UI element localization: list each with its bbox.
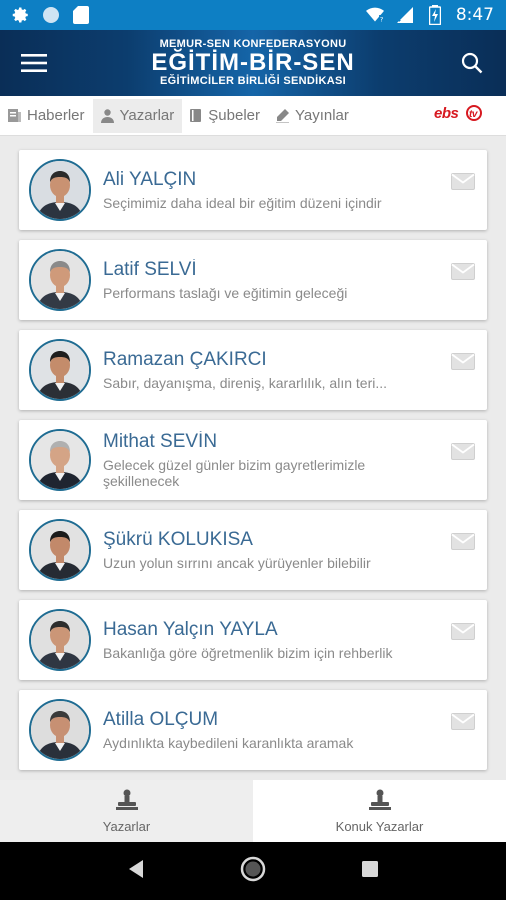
author-avatar (29, 339, 91, 401)
signal-icon (396, 6, 414, 24)
author-name: Ramazan ÇAKIRCI (103, 349, 267, 370)
back-triangle-icon (129, 859, 144, 878)
author-info: Atilla OLÇUM Aydınlıkta kaybedileni karan… (103, 709, 443, 751)
author-name: Atilla OLÇUM (103, 709, 219, 730)
article-title: Aydınlıkta kaybedileni karanlıkta aramak (103, 735, 354, 751)
mail-envelope-icon (451, 712, 475, 730)
mail-envelope-icon (451, 622, 475, 640)
author-name: Şükrü KOLUKISA (103, 529, 253, 550)
author-card[interactable]: Mithat SEVİN Gelecek güzel günler bizim g… (19, 420, 487, 500)
category-tabs: Haberler Yazarlar Şubeler Yayınlar ebs tv (0, 96, 506, 136)
stamp-icon (115, 789, 138, 810)
home-circle-icon (240, 856, 266, 881)
author-info: Şükrü KOLUKISA Uzun yolun sırrını ancak y… (103, 529, 443, 571)
mail-envelope-icon (451, 262, 475, 280)
author-avatar (29, 519, 91, 581)
article-title: Sabır, dayanışma, direniş, kararlılık, a… (103, 375, 388, 391)
author-avatar (29, 159, 91, 221)
mail-button[interactable] (449, 262, 477, 280)
tab-label: Haberler (27, 107, 85, 124)
tab-yayinlar[interactable]: Yayınlar (268, 99, 357, 133)
mail-button[interactable] (449, 532, 477, 550)
nav-label: Yazarlar (102, 818, 151, 834)
tab-haberler[interactable]: Haberler (0, 99, 93, 133)
ebstv-logo-icon: ebs tv (434, 105, 482, 122)
mail-button[interactable] (449, 442, 477, 460)
clock: 8:47 (455, 5, 494, 25)
author-info: Hasan Yalçın YAYLA Bakanlığa göre öğretme… (103, 619, 443, 661)
logo-line-2: EĞİTİM-BİR-SEN (151, 49, 355, 76)
search-icon (461, 52, 483, 74)
search-button[interactable] (438, 30, 506, 96)
home-button[interactable] (240, 856, 266, 887)
author-name: Latif SELVİ (103, 259, 197, 280)
article-title: Uzun yolun sırrını ancak yürüyenler bile… (103, 555, 371, 571)
ebstv-logo-tab[interactable]: ebs tv (434, 104, 484, 127)
article-title: Seçimimiz daha ideal bir eğitim düzeni i… (103, 195, 382, 211)
nav-konuk-yazarlar[interactable]: Konuk Yazarlar (253, 780, 506, 842)
recents-button[interactable] (361, 860, 379, 883)
author-name: Mithat SEVİN (103, 431, 218, 452)
author-info: Mithat SEVİN Gelecek güzel günler bizim g… (103, 431, 443, 489)
author-card[interactable]: Ramazan ÇAKIRCI Sabır, dayanışma, direniş… (19, 330, 487, 410)
author-avatar (29, 609, 91, 671)
author-avatar (29, 429, 91, 491)
mail-envelope-icon (451, 442, 475, 460)
document-icon (8, 108, 21, 122)
author-info: Ali YALÇIN Seçimimiz daha ideal bir eğiti… (103, 169, 443, 211)
author-card[interactable]: Atilla OLÇUM Aydınlıkta kaybedileni karan… (19, 690, 487, 770)
svg-text:ebs: ebs (434, 105, 459, 122)
article-title: Performans taslağı ve eğitimin geleceği (103, 285, 348, 301)
mail-button[interactable] (449, 172, 477, 190)
settings-gear-icon (12, 6, 30, 24)
author-card[interactable]: Latif SELVİ Performans taslağı ve eğitimi… (19, 240, 487, 320)
battery-charging-icon (426, 5, 444, 25)
app-bar: MEMUR-SEN KONFEDERASYONU EĞİTİM-BİR-SEN … (0, 30, 506, 96)
mail-button[interactable] (449, 352, 477, 370)
wifi-icon: ? (365, 6, 384, 24)
app-logo: MEMUR-SEN KONFEDERASYONU EĞİTİM-BİR-SEN … (68, 39, 438, 87)
logo-line-3: EĞİTİMCİLER BİRLİĞİ SENDİKASI (160, 75, 346, 87)
menu-button[interactable] (0, 30, 68, 96)
tab-yazarlar[interactable]: Yazarlar (92, 98, 183, 133)
book-icon (190, 108, 202, 122)
author-info: Latif SELVİ Performans taslağı ve eğitimi… (103, 259, 443, 301)
author-avatar (29, 249, 91, 311)
author-name: Hasan Yalçın YAYLA (103, 619, 278, 640)
bottom-navigation: Yazarlar Konuk Yazarlar (0, 780, 506, 842)
mail-envelope-icon (451, 532, 475, 550)
svg-text:?: ? (380, 16, 384, 24)
mail-envelope-icon (451, 352, 475, 370)
author-avatar (29, 699, 91, 761)
author-card[interactable]: Ali YALÇIN Seçimimiz daha ideal bir eğiti… (19, 150, 487, 230)
nav-label: Konuk Yazarlar (335, 818, 424, 834)
tab-subeler[interactable]: Şubeler (182, 99, 268, 133)
system-navigation-bar (0, 842, 506, 900)
pen-icon (275, 108, 289, 123)
author-name: Ali YALÇIN (103, 169, 197, 190)
article-title: Gelecek güzel günler bizim gayretlerimiz… (103, 457, 366, 489)
mail-envelope-icon (451, 172, 475, 190)
back-button[interactable] (127, 859, 145, 884)
sd-card-icon (72, 6, 90, 24)
tab-label: Yazarlar (119, 107, 175, 124)
author-info: Ramazan ÇAKIRCI Sabır, dayanışma, direniş… (103, 349, 443, 391)
author-card[interactable]: Şükrü KOLUKISA Uzun yolun sırrını ancak y… (19, 510, 487, 590)
circle-indicator-icon (42, 6, 60, 24)
stamp-icon (368, 789, 391, 810)
tab-label: Yayınlar (294, 107, 349, 124)
mail-button[interactable] (449, 622, 477, 640)
status-bar: ? 8:47 (0, 0, 506, 30)
author-list: Ali YALÇIN Seçimimiz daha ideal bir eğiti… (0, 136, 506, 780)
article-title: Bakanlığa göre öğretmenlik bizim için re… (103, 645, 393, 661)
hamburger-menu-icon (21, 54, 47, 72)
recents-square-icon (361, 860, 378, 877)
author-card[interactable]: Hasan Yalçın YAYLA Bakanlığa göre öğretme… (19, 600, 487, 680)
tab-label: Şubeler (208, 107, 260, 124)
user-icon (100, 108, 114, 123)
mail-button[interactable] (449, 712, 477, 730)
nav-yazarlar[interactable]: Yazarlar (0, 780, 253, 842)
